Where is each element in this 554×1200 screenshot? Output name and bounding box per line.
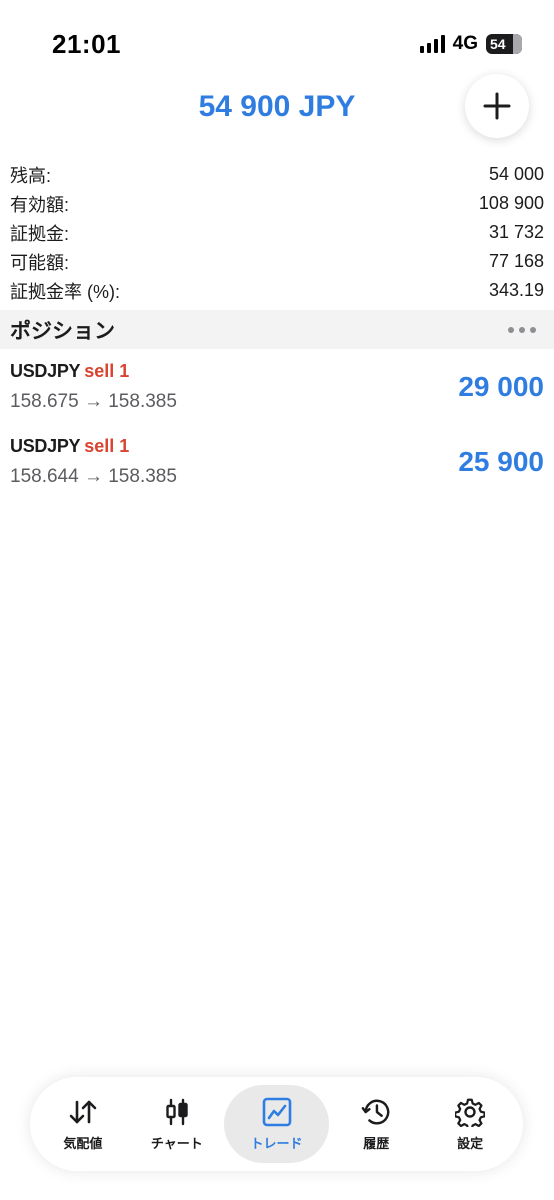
nav-item-trade[interactable]: トレード bbox=[223, 1085, 330, 1163]
plus-icon bbox=[483, 92, 511, 120]
bottom-nav: 気配値 チャート トレード 履歴 設定 bbox=[30, 1077, 523, 1171]
nav-label: 気配値 bbox=[63, 1135, 103, 1151]
candlestick-chart-icon bbox=[162, 1097, 192, 1127]
summary-label: 可能額: bbox=[10, 252, 70, 273]
summary-value: 54 000 bbox=[488, 164, 544, 184]
nav-item-history[interactable]: 履歴 bbox=[329, 1085, 423, 1163]
section-title: ポジション bbox=[10, 319, 115, 343]
position-prices: 158.644 → 158.385 bbox=[10, 466, 177, 487]
summary-value: 31 732 bbox=[488, 222, 544, 242]
summary-row-free-margin: 可能額: 77 168 bbox=[10, 247, 544, 276]
nav-label: 設定 bbox=[457, 1135, 484, 1151]
nav-label: 履歴 bbox=[363, 1135, 390, 1151]
network-type: 4G bbox=[452, 33, 478, 54]
position-side: sell 1 bbox=[84, 436, 130, 456]
settings-gear-icon bbox=[455, 1097, 486, 1127]
nav-item-quotes[interactable]: 気配値 bbox=[36, 1085, 130, 1163]
summary-row-margin: 証拠金: 31 732 bbox=[10, 218, 544, 247]
summary-row-margin-level: 証拠金率 (%): 343.19 bbox=[10, 276, 544, 305]
position-header: USDJPY sell 1 bbox=[10, 436, 129, 457]
history-icon bbox=[361, 1097, 391, 1127]
battery-icon: 54 bbox=[486, 34, 522, 54]
signal-strength-icon bbox=[419, 35, 445, 53]
position-row[interactable]: USDJPY sell 1 158.675 → 158.385 29 000 bbox=[0, 361, 554, 436]
positions-section-header: ポジション bbox=[0, 310, 554, 349]
status-time: 21:01 bbox=[52, 29, 121, 59]
summary-row-equity: 有効額: 108 900 bbox=[10, 189, 544, 218]
position-side: sell 1 bbox=[84, 361, 130, 381]
trade-chart-icon bbox=[262, 1097, 292, 1127]
quotes-arrows-icon bbox=[68, 1097, 98, 1127]
position-header: USDJPY sell 1 bbox=[10, 361, 129, 382]
summary-label: 残高: bbox=[10, 165, 52, 186]
battery-level: 54 bbox=[490, 36, 506, 52]
summary-value: 108 900 bbox=[478, 193, 544, 213]
position-row[interactable]: USDJPY sell 1 158.644 → 158.385 25 900 bbox=[0, 436, 554, 511]
summary-label: 証拠金: bbox=[10, 223, 70, 244]
nav-item-chart[interactable]: チャート bbox=[130, 1085, 224, 1163]
position-profit: 25 900 bbox=[458, 446, 544, 477]
status-bar: 21:01 4G 54 bbox=[0, 0, 554, 80]
summary-row-balance: 残高: 54 000 bbox=[10, 160, 544, 189]
summary-label: 有効額: bbox=[10, 194, 70, 215]
account-summary: 残高: 54 000 有効額: 108 900 証拠金: 31 732 可能額:… bbox=[10, 160, 544, 305]
summary-value: 77 168 bbox=[488, 251, 544, 271]
position-symbol: USDJPY bbox=[10, 436, 81, 456]
nav-item-settings[interactable]: 設定 bbox=[423, 1085, 517, 1163]
nav-label: トレード bbox=[250, 1135, 303, 1151]
summary-label: 証拠金率 (%): bbox=[10, 281, 120, 302]
more-options-icon[interactable] bbox=[508, 326, 536, 333]
status-indicators: 4G 54 bbox=[419, 33, 522, 55]
position-prices: 158.675 → 158.385 bbox=[10, 391, 177, 412]
add-order-button[interactable] bbox=[465, 74, 529, 138]
nav-label: チャート bbox=[150, 1135, 203, 1151]
summary-value: 343.19 bbox=[488, 280, 544, 300]
position-profit: 29 000 bbox=[458, 371, 544, 402]
position-symbol: USDJPY bbox=[10, 361, 81, 381]
